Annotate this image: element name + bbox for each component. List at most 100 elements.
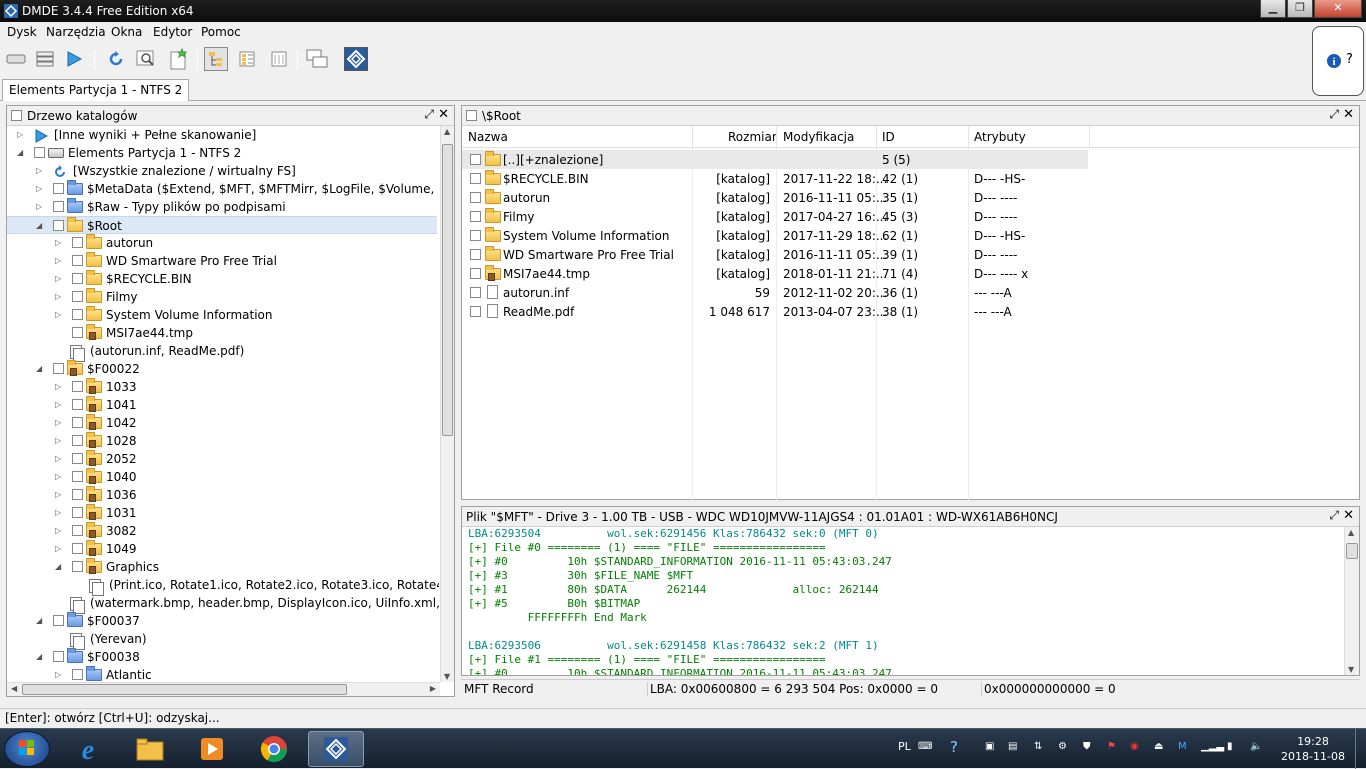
tree-row[interactable]: ▷ 1042 (7, 414, 437, 432)
column-size[interactable]: Rozmiar (728, 130, 777, 144)
tree-view-icon[interactable] (204, 47, 228, 71)
dmde-logo-icon[interactable] (344, 47, 368, 71)
tree-row[interactable]: ▷ 1033 (7, 378, 437, 396)
taskbar-explorer[interactable] (122, 731, 178, 767)
tray-network-icon[interactable]: ⇅ (1034, 741, 1042, 752)
mft-record-view[interactable]: LBA:6293504 wol.sek:6291456 Klas:786432 … (462, 527, 1343, 675)
maximize-button[interactable]: ❐ (1287, 0, 1313, 18)
expand-arrow-icon[interactable]: ▷ (36, 166, 42, 175)
tree-vertical-scrollbar[interactable]: ▲ ▼ (440, 126, 454, 682)
expand-arrow-icon[interactable]: ▷ (55, 292, 61, 301)
expand-arrow-icon[interactable]: ▷ (55, 508, 61, 517)
keyboard-icon[interactable]: ⌨ (918, 741, 932, 752)
tray-app-icon[interactable]: ▣ (985, 741, 994, 752)
file-checkbox[interactable] (470, 306, 481, 317)
maximize-panel-icon[interactable]: ⤢ (1329, 508, 1339, 523)
file-checkbox[interactable] (470, 287, 481, 298)
file-row[interactable]: autorun [katalog] 2016-11-11 05:... 35 (1) D… (462, 188, 1088, 207)
list-view-icon[interactable] (267, 47, 291, 71)
tree-checkbox[interactable] (72, 399, 83, 410)
taskbar-internet-explorer[interactable]: e (60, 731, 116, 767)
tree-row[interactable]: ▷ 2052 (7, 450, 437, 468)
expand-arrow-icon[interactable]: ▷ (55, 382, 61, 391)
tray-remove-device-icon[interactable]: ⏏ (1154, 741, 1163, 752)
collapse-arrow-icon[interactable]: ◢ (36, 221, 42, 230)
maximize-panel-icon[interactable]: ⤢ (1329, 107, 1339, 122)
file-row[interactable]: System Volume Information [katalog] 2017-1… (462, 226, 1088, 245)
tree-row[interactable]: ▷ 1049 (7, 540, 437, 558)
tree-checkbox[interactable] (72, 453, 83, 464)
file-row[interactable]: autorun.inf 59 2012-11-02 20:... 36 (1) ---… (462, 283, 1088, 302)
tree-row[interactable]: ◢ Graphics (7, 558, 437, 576)
tree-row[interactable]: (Yerevan) (7, 630, 437, 650)
close-panel-icon[interactable]: ✕ (1343, 508, 1354, 523)
taskbar-dmde[interactable] (308, 731, 364, 767)
expand-arrow-icon[interactable]: ▷ (55, 400, 61, 409)
tree-checkbox[interactable] (72, 507, 83, 518)
tree-row[interactable]: ▷ 1041 (7, 396, 437, 414)
expand-arrow-icon[interactable]: ▷ (55, 454, 61, 463)
hex-vertical-scrollbar[interactable]: ▲ ▼ (1344, 527, 1359, 675)
tree-checkbox[interactable] (72, 489, 83, 500)
file-checkbox[interactable] (470, 154, 481, 165)
tab-partition[interactable]: Elements Partycja 1 - NTFS 2 (2, 79, 190, 101)
expand-arrow-icon[interactable]: ▷ (55, 436, 61, 445)
file-checkbox[interactable] (470, 192, 481, 203)
expand-arrow-icon[interactable]: ▷ (55, 256, 61, 265)
tree-row[interactable]: ▷ 1040 (7, 468, 437, 486)
tree-row[interactable]: ◢ $Root (7, 216, 437, 234)
tree-row[interactable]: ▷ Atlantic (7, 666, 437, 682)
tree-row[interactable]: ▷ autorun (7, 234, 437, 252)
tree-checkbox[interactable] (53, 651, 64, 662)
file-row[interactable]: WD Smartware Pro Free Trial [katalog] 2016… (462, 245, 1088, 264)
tree-checkbox[interactable] (72, 273, 83, 284)
tray-flag-icon[interactable]: ⚑ (1107, 741, 1116, 752)
refresh-icon[interactable] (104, 47, 128, 71)
tree-row[interactable]: MSI7ae44.tmp (7, 324, 437, 342)
volume-icon[interactable]: 🔈 (1250, 741, 1262, 752)
tree-row[interactable]: ▷ $MetaData ($Extend, $MFT, $MFTMirr, $Lo… (7, 180, 439, 198)
collapse-arrow-icon[interactable]: ◢ (17, 148, 23, 157)
file-checkbox[interactable] (470, 230, 481, 241)
file-header-checkbox[interactable] (466, 110, 477, 121)
tree-row[interactable]: ◢ $F00022 (7, 360, 437, 378)
tree-checkbox[interactable] (72, 543, 83, 554)
tree-row[interactable]: ▷ 1036 (7, 486, 437, 504)
expand-arrow-icon[interactable]: ▷ (55, 418, 61, 427)
tree-row[interactable]: ▷ [Wszystkie znalezione / wirtualny FS] (7, 162, 437, 180)
collapse-arrow-icon[interactable]: ◢ (55, 562, 61, 571)
language-indicator[interactable]: PL (898, 740, 911, 753)
file-checkbox[interactable] (470, 268, 481, 279)
menu-okna[interactable]: Okna (111, 25, 142, 39)
tree-row[interactable]: ▷ 3082 (7, 522, 437, 540)
tree-row[interactable]: ▷ 1028 (7, 432, 437, 450)
tree-checkbox[interactable] (72, 291, 83, 302)
help-tray-icon[interactable]: ? (950, 738, 958, 756)
file-row[interactable]: ReadMe.pdf 1 048 617 2013-04-07 23:... 38 (… (462, 302, 1088, 321)
signal-icon[interactable]: ▁▂▃ (1201, 741, 1224, 752)
tree-row[interactable]: (watermark.bmp, header.bmp, DisplayIcon.… (7, 594, 439, 614)
expand-arrow-icon[interactable]: ▷ (55, 670, 61, 679)
expand-arrow-icon[interactable]: ▷ (17, 130, 23, 139)
column-id[interactable]: ID (882, 130, 895, 144)
column-name[interactable]: Nazwa (468, 130, 508, 144)
tree-checkbox[interactable] (53, 183, 64, 194)
menu-pomoc[interactable]: Pomoc (201, 25, 241, 39)
expand-arrow-icon[interactable]: ▷ (55, 238, 61, 247)
expand-arrow-icon[interactable]: ▷ (55, 274, 61, 283)
tree-checkbox[interactable] (72, 327, 83, 338)
tree-checkbox[interactable] (72, 381, 83, 392)
tree-row[interactable]: ▷ System Volume Information (7, 306, 437, 324)
file-row[interactable]: Filmy [katalog] 2017-04-27 16:... 45 (3) D--… (462, 207, 1088, 226)
tree-checkbox[interactable] (72, 417, 83, 428)
tree-checkbox[interactable] (72, 525, 83, 536)
tree-checkbox[interactable] (72, 669, 83, 680)
taskbar-media-player[interactable] (184, 731, 240, 767)
menu-dysk[interactable]: Dysk (7, 25, 37, 39)
tray-settings-icon[interactable]: ⚙ (1058, 741, 1067, 752)
column-modified[interactable]: Modyfikacja (783, 130, 854, 144)
play-icon[interactable] (62, 47, 86, 71)
new-file-icon[interactable] (166, 47, 190, 71)
tree-checkbox[interactable] (53, 220, 64, 231)
tree-checkbox[interactable] (72, 309, 83, 320)
